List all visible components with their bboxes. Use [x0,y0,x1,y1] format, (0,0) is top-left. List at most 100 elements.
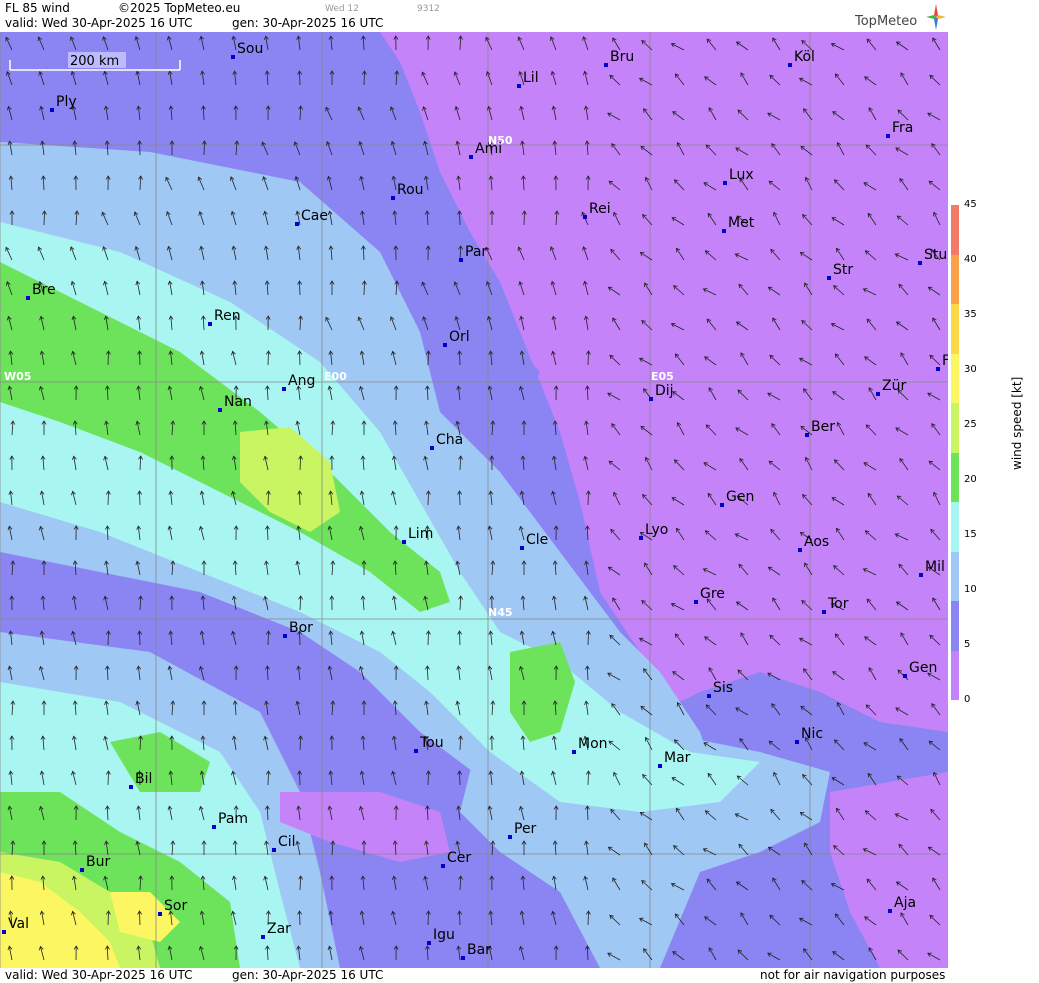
city-dot [798,548,802,552]
wind-arrow [427,630,429,646]
city-dot [888,909,892,913]
city-label: Aos [804,534,829,550]
wind-arrow [299,280,301,296]
wind-arrow [267,630,269,646]
city-dot [876,392,880,396]
city-label: Sou [237,41,263,57]
city-label: Mon [578,736,608,752]
grid-label: W05 [4,370,31,383]
copyright: ©2025 TopMeteo.eu [118,1,241,15]
wind-arrow [139,140,141,156]
city-marker: Mon [572,736,608,754]
city-label: Gen [726,489,754,505]
city-dot [26,296,30,300]
city-dot [722,229,726,233]
city-label: Orl [449,329,470,345]
city-dot [517,84,521,88]
city-marker: Nan [218,394,252,412]
city-label: Zür [882,378,906,394]
legend-color-segment [951,601,959,651]
city-dot [469,155,473,159]
wind-speed-legend: 45 40 35 30 25 20 15 10 5 0 [948,0,1039,983]
city-dot [649,397,653,401]
wind-arrow [587,490,589,506]
city-dot [80,868,84,872]
legend-tick-label: 10 [964,584,977,595]
wind-arrow [363,280,365,296]
city-dot [707,694,711,698]
city-dot [295,222,299,226]
wind-arrow [459,350,461,366]
city-dot [272,848,276,852]
city-dot [261,935,265,939]
city-dot [461,956,465,960]
day-code: Wed 12 [325,4,359,14]
wind-arrow [459,630,461,646]
legend-tick-label: 5 [964,639,971,650]
city-label: Lil [523,70,539,86]
wind-arrow [267,490,269,506]
logo-text: TopMeteo [855,14,918,29]
wind-arrow [267,350,269,366]
city-marker: Gen [903,660,937,678]
city-label: Gre [700,586,725,602]
city-label: Cer [447,850,471,866]
city-label: Bor [289,620,313,636]
wind-arrow [107,910,109,926]
wind-arrow [139,910,141,926]
wind-arrow [427,350,429,366]
wind-arrow [139,630,141,646]
wind-arrow [139,350,141,366]
legend-tick-label: 0 [964,694,971,705]
wind-arrow [587,350,589,366]
city-label: Mar [664,750,691,766]
city-label: Bil [135,771,152,787]
city-label: Per [514,821,537,837]
city-dot [430,446,434,450]
city-dot [694,600,698,604]
id-code: 9312 [417,4,440,14]
scale-bar-label: 200 km [70,54,119,69]
wind-arrow [587,910,589,926]
grid-label: E00 [324,370,347,383]
city-label: Ber [811,419,835,435]
city-label: Igu [433,927,455,943]
city-label: Mil [925,559,945,575]
wind-map-svg: 200 km N50N45W05 E00 E05 SouPlyLilBru KölAm… [0,32,948,968]
city-label: Fra [892,120,913,136]
wind-arrow [299,910,301,926]
city-label: Dij [655,383,674,399]
city-dot [658,764,662,768]
city-label: Ply [56,94,77,110]
city-dot [402,540,406,544]
legend-color-segment [951,254,959,304]
city-label: Rou [397,182,424,198]
city-dot [822,610,826,614]
city-dot [508,835,512,839]
legend-color-segment [951,403,959,453]
city-dot [795,740,799,744]
city-label: Ren [214,308,241,324]
wind-arrow [299,770,301,786]
city-label: Cil [278,834,296,850]
city-label: Gen [909,660,937,676]
legend-tick-label: 20 [964,474,977,485]
legend-color-segment [951,205,959,255]
compass-star-icon [926,4,946,30]
city-dot [583,215,587,219]
wind-arrow [107,630,109,646]
wind-arrow [427,490,429,506]
legend-color-segment [951,304,959,354]
wind-arrow [587,630,589,646]
legend-color-segment [951,452,959,502]
wind-arrow [267,770,269,786]
city-label: Met [728,215,755,231]
city-dot [639,536,643,540]
city-label: Zar [267,921,291,937]
city-label: Lux [729,167,754,183]
wind-arrow [427,770,429,786]
city-label: Cle [526,532,548,548]
city-dot [129,785,133,789]
wind-map[interactable]: 200 km N50 N45 W05 E00 E05 Sou Ply Lil Bru Köl Am… [0,32,948,968]
legend-color-segment [951,353,959,403]
